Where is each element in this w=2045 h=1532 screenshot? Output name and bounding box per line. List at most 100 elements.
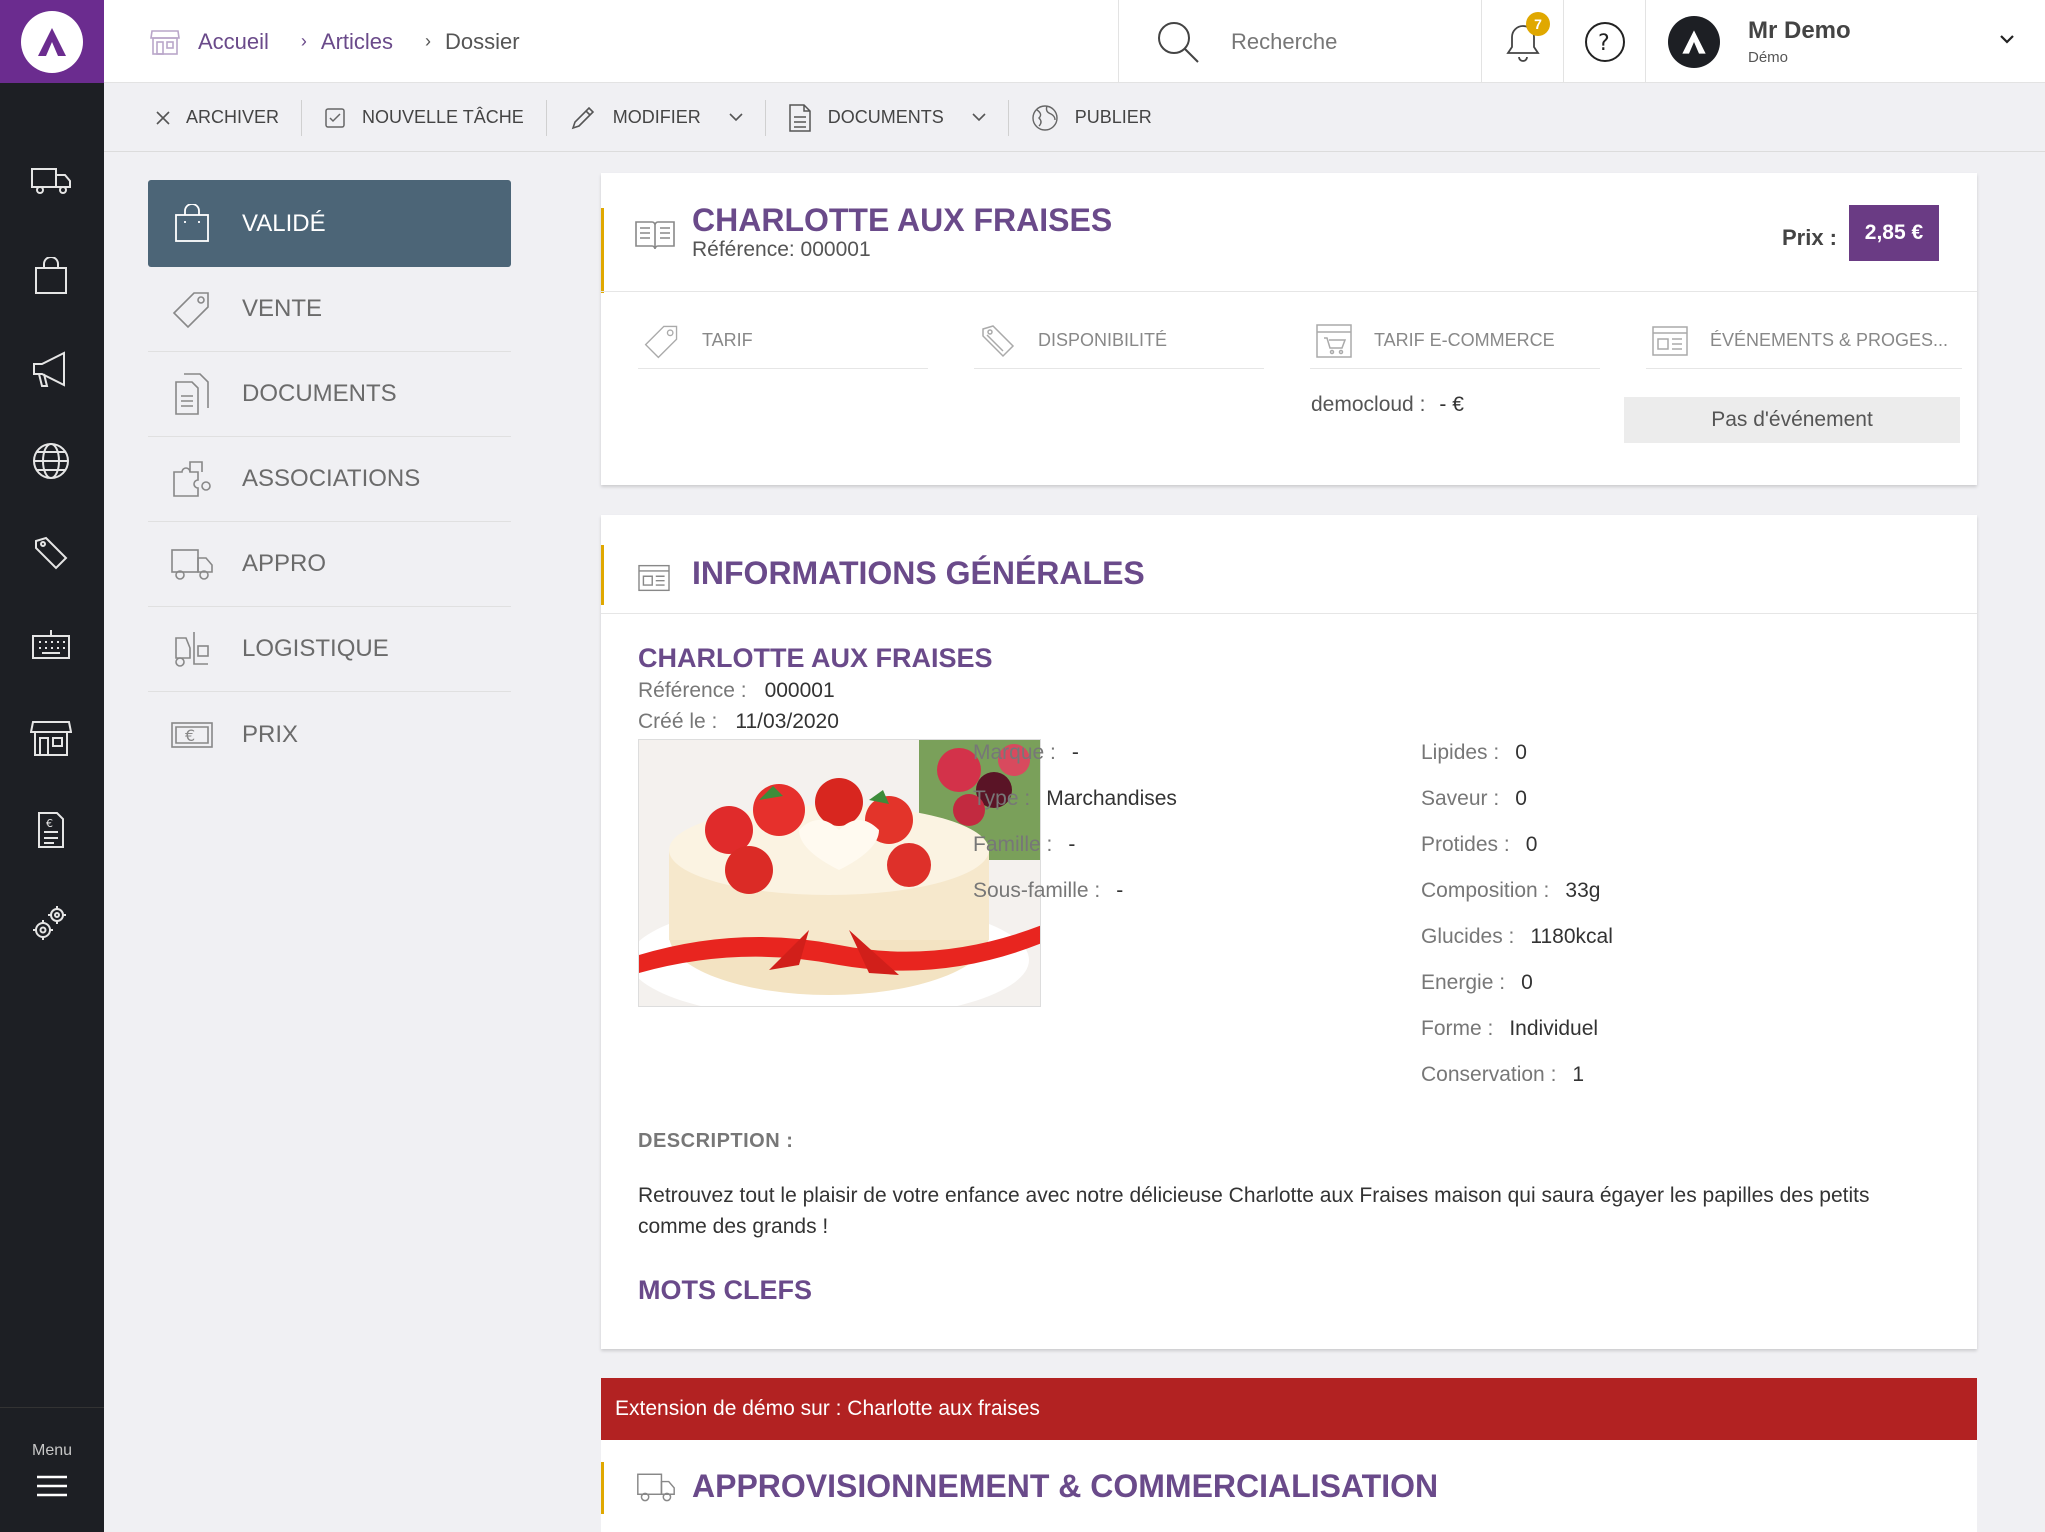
checkbox-icon: [325, 107, 345, 128]
tab-tarif[interactable]: TARIF: [638, 313, 928, 369]
archive-button[interactable]: ARCHIVER: [156, 99, 303, 136]
globe-icon: [1032, 104, 1058, 131]
secnav-item-documents[interactable]: DOCUMENTS: [148, 352, 511, 437]
secnav-label: APPRO: [242, 550, 327, 577]
secnav-label: LOGISTIQUE: [242, 635, 389, 662]
svg-text:?: ?: [1598, 31, 1610, 56]
globe-icon[interactable]: [26, 436, 76, 486]
secnav-item-vente[interactable]: VENTE: [148, 267, 511, 352]
new-task-button[interactable]: NOUVELLE TÂCHE: [302, 99, 547, 136]
question-mark-icon: ?: [1584, 21, 1625, 62]
attr-famille: Famille :-: [973, 833, 1075, 857]
documents-button[interactable]: DOCUMENTS: [766, 99, 1009, 136]
attr-value: Marchandises: [1046, 787, 1177, 810]
divider: [601, 291, 1977, 292]
attr-value: -: [1071, 741, 1079, 764]
edit-label: MODIFIER: [612, 107, 701, 127]
publish-button[interactable]: PUBLIER: [1009, 100, 1174, 136]
breadcrumb-home[interactable]: Accueil: [198, 29, 269, 55]
created-label: Créé le :: [638, 710, 718, 733]
secnav-item-valide[interactable]: VALIDÉ: [148, 180, 511, 267]
general-info-title: INFORMATIONS GÉNÉRALES: [692, 555, 1145, 591]
keyboard-icon[interactable]: [26, 620, 76, 670]
extension-banner: Extension de démo sur : Charlotte aux fr…: [601, 1378, 1977, 1440]
attr-value: 1180kcal: [1530, 925, 1613, 948]
attr-value: 0: [1515, 741, 1527, 764]
ecommerce-cart-icon: [1316, 323, 1352, 358]
secnav-item-logistique[interactable]: LOGISTIQUE: [148, 607, 511, 692]
attr-marque: Marque :-: [973, 741, 1079, 765]
ecommerce-site-label: democloud :: [1311, 393, 1426, 416]
attr-energie: Energie : 0: [1421, 971, 1533, 995]
user-menu[interactable]: Mr Demo Démo: [1646, 0, 2045, 83]
attr-label: Saveur :: [1421, 787, 1500, 810]
breadcrumb: Accueil › Articles › Dossier: [150, 0, 520, 83]
main-sidebar: € Menu: [0, 0, 104, 1532]
keywords-title: MOTS CLEFS: [638, 1275, 812, 1305]
attr-value: -: [1068, 833, 1076, 856]
store-icon[interactable]: [26, 713, 76, 763]
breadcrumb-articles[interactable]: Articles: [321, 29, 393, 55]
product-summary-card: CHARLOTTE AUX FRAISES Référence: 000001 …: [601, 173, 1977, 485]
secnav-label: PRIX: [242, 720, 299, 748]
help-button[interactable]: ?: [1564, 0, 1646, 83]
attr-value: 33g: [1565, 879, 1601, 902]
tab-disponibilite[interactable]: DISPONIBILITÉ: [974, 313, 1264, 369]
divider: [601, 613, 1977, 614]
attr-label: Energie :: [1421, 971, 1506, 994]
attr-label: Forme :: [1421, 1017, 1494, 1040]
megaphone-icon[interactable]: [26, 344, 76, 394]
attr-protides: Protides : 0: [1421, 833, 1537, 857]
chevron-down-icon[interactable]: [1999, 34, 2015, 44]
shopping-bag-icon[interactable]: [26, 252, 76, 302]
documents-label: DOCUMENTS: [827, 107, 944, 127]
breadcrumb-current: Dossier: [445, 28, 520, 54]
attr-label: Protides :: [1421, 833, 1510, 856]
attr-value: 0: [1525, 833, 1538, 856]
menu-toggle[interactable]: Menu: [0, 1407, 104, 1532]
truck-icon[interactable]: [26, 155, 76, 205]
secnav-item-appro[interactable]: APPRO: [148, 522, 511, 607]
chevron-right-icon: ›: [300, 31, 307, 51]
edit-button[interactable]: MODIFIER: [547, 99, 766, 136]
document-euro-icon[interactable]: €: [26, 805, 76, 855]
publish-label: PUBLIER: [1074, 107, 1152, 127]
menu-label: Menu: [31, 1442, 73, 1459]
product-header: CHARLOTTE AUX FRAISES Référence: 000001: [601, 202, 1977, 293]
section-nav: VALIDÉ VENTE DOCUMENTS ASSOCIATIONS APPR…: [148, 180, 511, 777]
tab-tarif-ecommerce[interactable]: TARIF E-COMMERCE: [1310, 313, 1600, 369]
tab-tarif-label: TARIF: [702, 330, 753, 350]
tab-tarif-ecommerce-label: TARIF E-COMMERCE: [1374, 330, 1555, 350]
attr-value: -: [1116, 879, 1124, 902]
app-logo[interactable]: [0, 0, 104, 83]
notifications-button[interactable]: 7: [1482, 0, 1564, 83]
attr-label: Lipides :: [1421, 741, 1500, 764]
search-input[interactable]: Recherche: [1231, 29, 1337, 55]
product-reference: Référence: 000001: [692, 238, 871, 261]
attr-value: 0: [1521, 971, 1533, 994]
chevron-down-icon[interactable]: [972, 113, 986, 122]
search-box[interactable]: Recherche: [1118, 0, 1482, 83]
notification-count-badge: 7: [1526, 12, 1550, 36]
description-label: DESCRIPTION :: [638, 1130, 794, 1152]
puzzle-icon: [168, 455, 216, 503]
svg-text:€: €: [185, 726, 195, 745]
chevron-down-icon[interactable]: [729, 113, 743, 122]
secnav-label: VALIDÉ: [242, 209, 326, 237]
secnav-item-associations[interactable]: ASSOCIATIONS: [148, 437, 511, 522]
settings-gears-icon[interactable]: [26, 897, 76, 947]
price-tags-icon[interactable]: [26, 528, 76, 578]
attr-composition: Composition : 33g: [1421, 879, 1600, 903]
secnav-item-prix[interactable]: € PRIX: [148, 692, 511, 777]
secnav-label: ASSOCIATIONS: [242, 465, 421, 492]
price-tags-icon: [982, 324, 1015, 357]
product-name: CHARLOTTE AUX FRAISES: [638, 643, 993, 673]
document-icon: [788, 103, 811, 132]
new-task-label: NOUVELLE TÂCHE: [362, 107, 524, 127]
created-line: Créé le : 11/03/2020: [638, 710, 839, 734]
documents-icon: [168, 370, 216, 418]
chevron-right-icon: ›: [425, 31, 432, 51]
attr-value: Individuel: [1509, 1017, 1599, 1040]
tab-evenements[interactable]: ÉVÉNEMENTS & PROGES...: [1646, 313, 1962, 369]
appro-card: APPROVISIONNEMENT & COMMERCIALISATION: [601, 1440, 1977, 1532]
